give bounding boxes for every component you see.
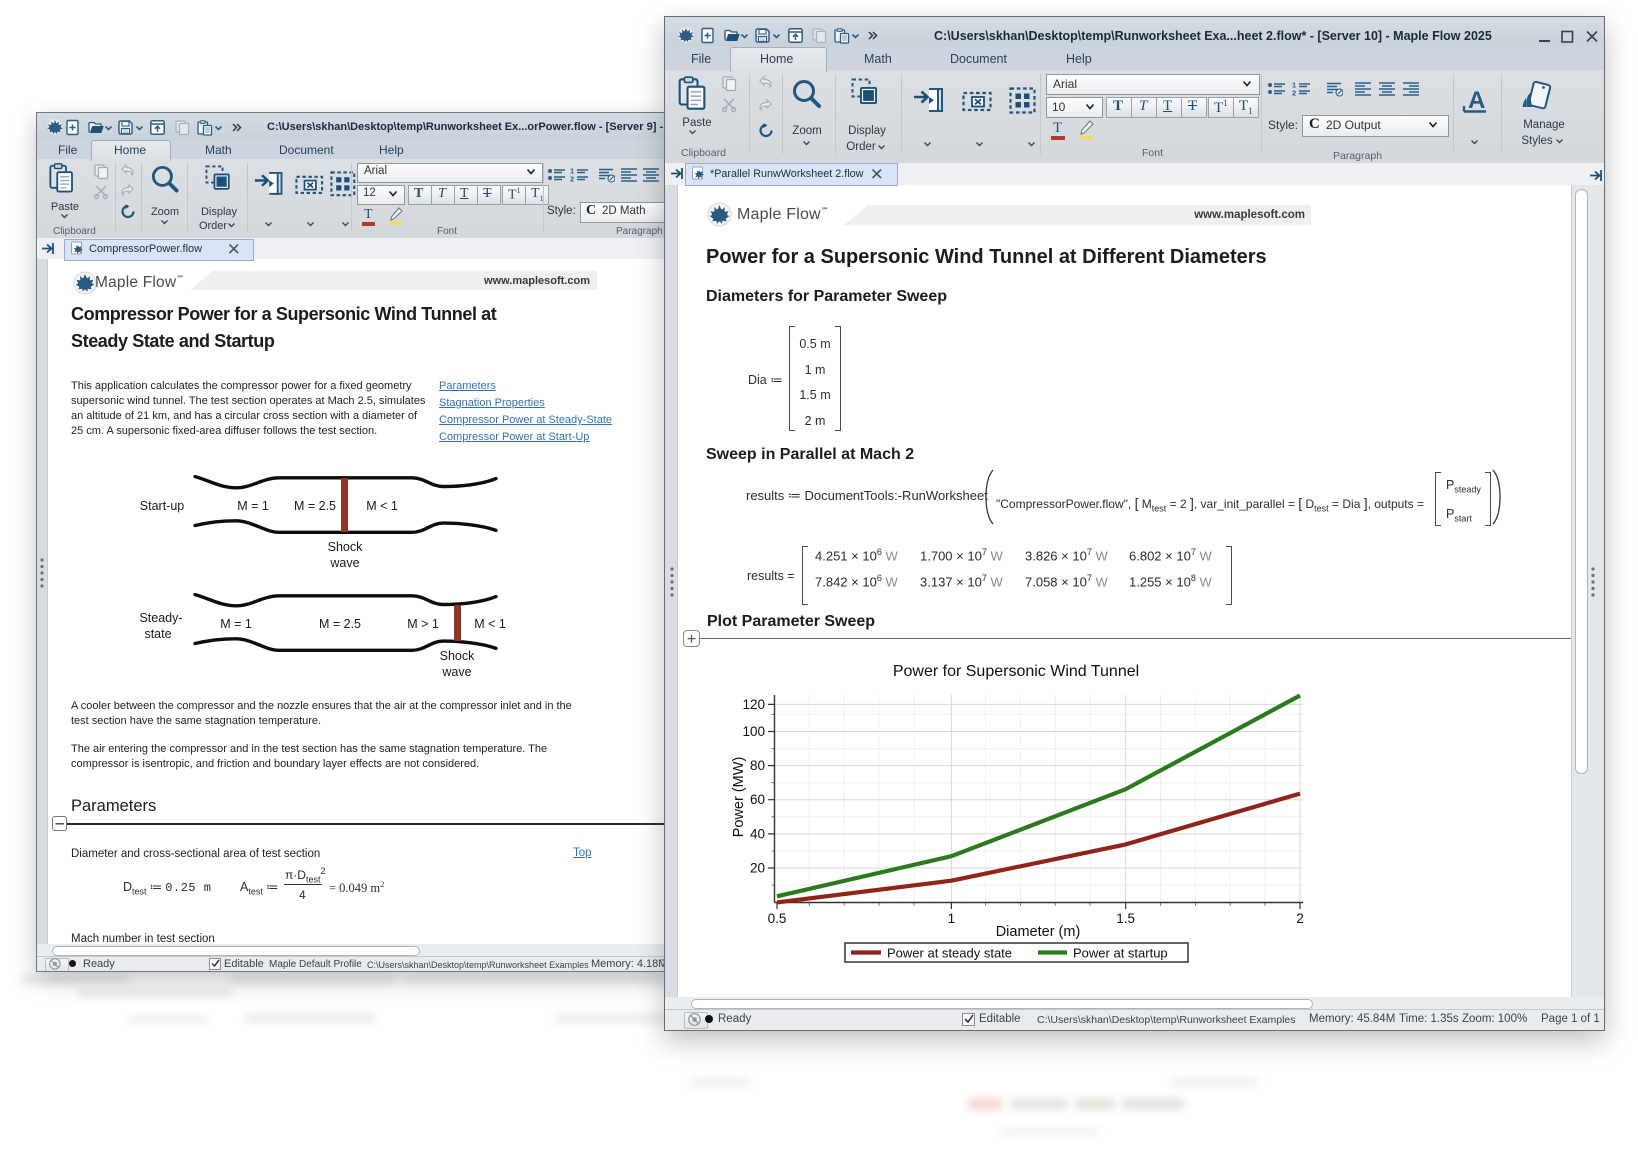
svg-text:80: 80 <box>750 758 765 773</box>
svg-text:M = 2.5: M = 2.5 <box>294 499 336 513</box>
svg-text:Shock: Shock <box>328 540 363 554</box>
svg-text:20: 20 <box>750 860 765 875</box>
svg-text:M = 1: M = 1 <box>220 617 252 631</box>
svg-text:Steady-: Steady- <box>139 611 182 625</box>
svg-text:M > 1: M > 1 <box>407 617 439 631</box>
svg-text:100: 100 <box>742 724 765 739</box>
svg-text:60: 60 <box>750 792 765 807</box>
svg-text:Power at startup: Power at startup <box>1073 946 1168 961</box>
svg-text:120: 120 <box>742 697 765 712</box>
svg-text:1.5: 1.5 <box>1116 911 1135 926</box>
svg-text:Power at steady state: Power at steady state <box>887 946 1012 961</box>
svg-text:1: 1 <box>948 911 956 926</box>
svg-text:wave: wave <box>441 665 471 679</box>
svg-text:M = 1: M = 1 <box>237 499 269 513</box>
svg-text:Diameter (m): Diameter (m) <box>996 924 1081 940</box>
svg-text:M = 2.5: M = 2.5 <box>319 617 361 631</box>
svg-text:M < 1: M < 1 <box>474 617 506 631</box>
svg-text:40: 40 <box>750 826 765 841</box>
svg-text:Shock: Shock <box>440 649 475 663</box>
svg-text:wave: wave <box>329 556 359 570</box>
svg-text:state: state <box>144 627 171 641</box>
svg-text:Power (MW): Power (MW) <box>731 757 747 838</box>
svg-text:M < 1: M < 1 <box>366 499 398 513</box>
svg-text:Power for Supersonic Wind Tunn: Power for Supersonic Wind Tunnel <box>893 663 1139 680</box>
svg-text:0.5: 0.5 <box>768 911 787 926</box>
svg-text:2: 2 <box>1296 911 1304 926</box>
svg-text:Start-up: Start-up <box>140 499 185 513</box>
